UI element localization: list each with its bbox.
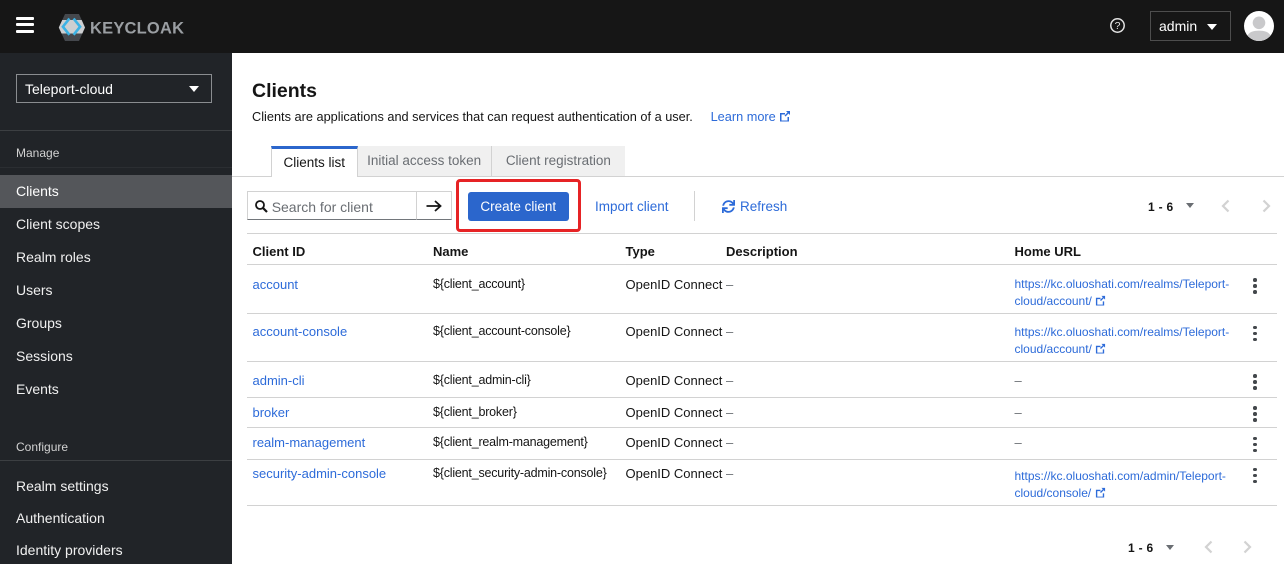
- svg-text:KEYCLOAK: KEYCLOAK: [90, 20, 184, 38]
- svg-text:?: ?: [1115, 20, 1121, 32]
